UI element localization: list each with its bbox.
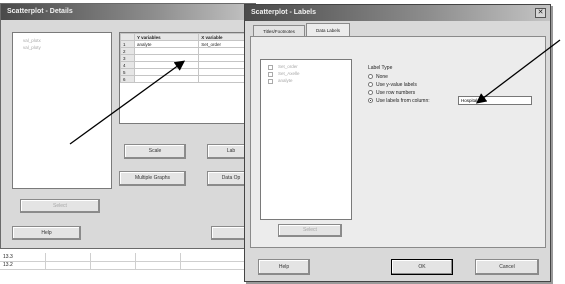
worksheet-cell[interactable]	[45, 261, 91, 270]
worksheet-cell[interactable]	[90, 253, 136, 262]
label-column-field[interactable]	[458, 96, 532, 105]
list-item[interactable]: Set_Axelle	[278, 71, 300, 76]
row-number: 1	[120, 40, 135, 48]
worksheet-cell[interactable]	[180, 261, 250, 270]
y-variable-cell[interactable]	[133, 47, 200, 55]
table-row[interactable]: 2	[120, 47, 258, 55]
worksheet-area: 13.3 13.2	[0, 246, 250, 284]
row-number: 4	[120, 61, 135, 69]
worksheet-cell[interactable]: 13.2	[0, 261, 46, 270]
radio-row-numbers-label: Use row numbers	[376, 89, 416, 96]
radio-button-selected-icon	[368, 98, 373, 103]
worksheet-cell[interactable]	[135, 253, 181, 262]
select-button[interactable]: Select	[278, 224, 342, 237]
list-item[interactable]: analyte	[278, 78, 293, 83]
select-button-label: Select	[303, 227, 317, 233]
tab-data-labels-label: Data Labels	[315, 27, 341, 33]
tab-titles-footnotes-label: Titles/Footnotes	[263, 28, 295, 34]
table-row[interactable]: 5	[120, 68, 258, 76]
help-button-label: Help	[41, 229, 52, 236]
labels-button-label: Lab	[226, 148, 236, 154]
radio-none[interactable]: None	[368, 73, 388, 80]
list-item-marker	[268, 72, 273, 77]
column-list[interactable]: Set_order Set_Axelle analyte	[260, 59, 352, 220]
grid-header-row: Y variables X variable	[120, 33, 258, 41]
cancel-button-label: Cancel	[499, 263, 515, 270]
data-labels-page: Set_order Set_Axelle analyte Select Labe…	[250, 36, 546, 248]
table-row[interactable]: 3	[120, 54, 258, 62]
worksheet-cell[interactable]	[90, 261, 136, 270]
y-variables-header: Y variables	[133, 33, 200, 41]
y-variable-cell[interactable]: analyte	[133, 40, 200, 48]
labels-dialog: Scatterplot - Labels ✕ Titles/Footnotes …	[244, 4, 551, 282]
list-item-marker	[268, 65, 273, 70]
radio-row-numbers[interactable]: Use row numbers	[368, 89, 415, 96]
list-item[interactable]: val_ploty	[23, 45, 41, 50]
table-row[interactable]: 6	[120, 75, 258, 83]
worksheet-row: 13.3	[0, 253, 250, 262]
worksheet-cell[interactable]: 13.3	[0, 253, 46, 262]
close-icon[interactable]: ✕	[535, 8, 546, 18]
labels-dialog-titlebar[interactable]: Scatterplot - Labels	[245, 5, 550, 21]
variables-grid[interactable]: Y variables X variable 1 analyte Set_ord…	[119, 32, 259, 124]
help-button-label: Help	[278, 263, 290, 270]
worksheet-cell[interactable]	[135, 261, 181, 270]
table-row[interactable]: 4	[120, 61, 258, 69]
grid-corner	[120, 33, 135, 41]
y-variable-cell[interactable]	[133, 68, 200, 76]
worksheet-cell[interactable]	[45, 253, 91, 262]
scales-button-label: Scale	[148, 148, 162, 154]
list-item[interactable]: val_plotx	[23, 38, 41, 43]
cancel-button[interactable]: Cancel	[475, 259, 539, 275]
radio-button-icon	[368, 90, 373, 95]
labels-dialog-title: Scatterplot - Labels	[251, 9, 316, 16]
row-number: 2	[120, 47, 135, 55]
worksheet-row: 13.2	[0, 261, 250, 270]
radio-button-icon	[368, 82, 373, 87]
ok-button[interactable]: OK	[391, 259, 453, 275]
y-variable-cell[interactable]	[133, 75, 200, 83]
table-row[interactable]: 1 analyte Set_order	[120, 40, 258, 48]
tab-titles-footnotes[interactable]: Titles/Footnotes	[253, 25, 305, 36]
y-variable-cell[interactable]	[133, 61, 200, 69]
list-item-marker	[268, 79, 273, 84]
worksheet-cell[interactable]	[180, 253, 250, 262]
variable-list[interactable]: val_plotx val_ploty	[12, 32, 112, 189]
radio-y-value-labels-label: Use y-value labels	[376, 81, 417, 88]
select-button[interactable]: Select	[20, 199, 100, 213]
label-type-group: Label Type None Use y-value labels Use r…	[368, 65, 543, 125]
scatterplot-dialog-title: Scatterplot - Details	[7, 8, 73, 15]
radio-none-label: None	[376, 73, 388, 80]
row-number: 6	[120, 75, 135, 83]
list-item[interactable]: Set_order	[278, 64, 298, 69]
multiple-graphs-button-label: Multiple Graphs	[134, 175, 170, 181]
help-button[interactable]: Help	[12, 226, 81, 240]
scales-button[interactable]: Scale	[124, 144, 186, 159]
radio-labels-from-column[interactable]: Use labels from column:	[368, 97, 430, 104]
select-button-label: Select	[53, 202, 67, 209]
radio-labels-from-column-label: Use labels from column:	[376, 97, 430, 104]
row-number: 5	[120, 68, 135, 76]
radio-button-icon	[368, 74, 373, 79]
data-options-button-label: Data Op	[221, 175, 241, 181]
ok-button-label: OK	[418, 263, 426, 270]
radio-y-value-labels[interactable]: Use y-value labels	[368, 81, 417, 88]
help-button[interactable]: Help	[258, 259, 310, 275]
label-type-heading: Label Type	[368, 65, 393, 71]
row-number: 3	[120, 54, 135, 62]
y-variable-cell[interactable]	[133, 54, 200, 62]
tab-data-labels[interactable]: Data Labels	[306, 23, 350, 36]
multiple-graphs-button[interactable]: Multiple Graphs	[119, 171, 186, 186]
scatterplot-dialog-titlebar[interactable]: Scatterplot - Details	[1, 4, 255, 20]
scatterplot-dialog: Scatterplot - Details val_plotx val_plot…	[0, 3, 259, 249]
